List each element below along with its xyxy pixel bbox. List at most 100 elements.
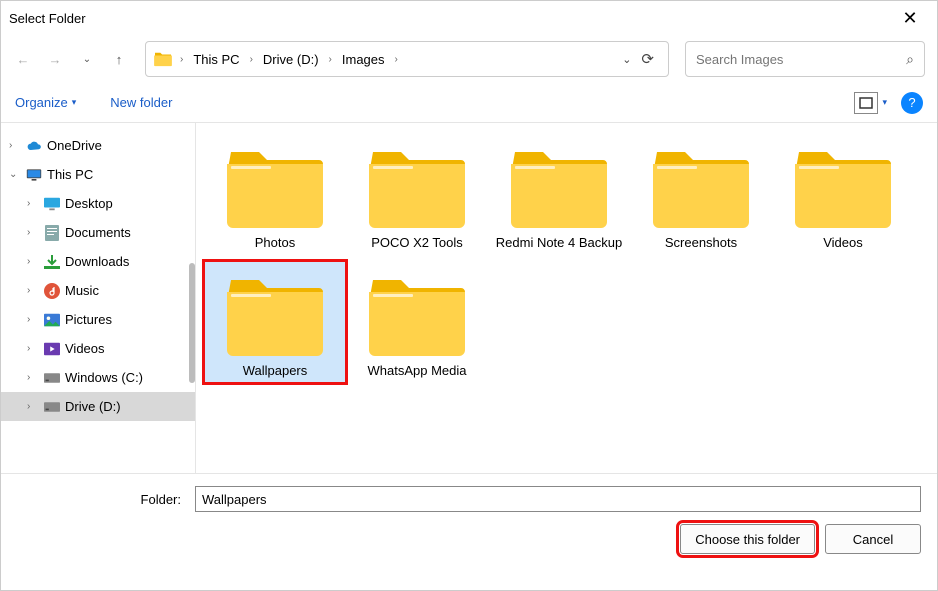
folder-item-poco-x2-tools[interactable]: POCO X2 Tools: [346, 133, 488, 255]
folder-item-redmi-note-4-backup[interactable]: Redmi Note 4 Backup: [488, 133, 630, 255]
expand-chevron-icon: ›: [27, 198, 39, 209]
sidebar-item-videos[interactable]: › Videos: [1, 334, 195, 363]
chevron-right-icon: ›: [327, 54, 334, 65]
sidebar-item-label: Pictures: [65, 312, 112, 327]
folder-icon: [367, 267, 467, 359]
cancel-button[interactable]: Cancel: [825, 524, 921, 554]
folder-label: WhatsApp Media: [368, 363, 467, 379]
expand-chevron-icon: ›: [27, 314, 39, 325]
folder-label: Redmi Note 4 Backup: [496, 235, 622, 251]
chevron-down-icon: ▾: [72, 97, 77, 108]
breadcrumb-item[interactable]: Images: [338, 50, 389, 69]
main-area: › OneDrive ⌄ This PC › Desktop › Documents › Down…: [1, 123, 937, 473]
music-icon: [43, 282, 61, 300]
folder-icon: [509, 139, 609, 231]
sidebar-item-music[interactable]: › Music: [1, 276, 195, 305]
scrollbar-thumb[interactable]: [189, 263, 195, 383]
titlebar: Select Folder ✕: [1, 1, 937, 35]
bottom-bar: Folder: Choose this folder Cancel: [1, 473, 937, 564]
chevron-right-icon: ›: [178, 54, 185, 65]
breadcrumb-item[interactable]: This PC: [189, 50, 243, 69]
expand-chevron-icon: ›: [27, 227, 39, 238]
sidebar-item-drive-d-[interactable]: › Drive (D:): [1, 392, 195, 421]
expand-chevron-icon[interactable]: ⌄: [9, 169, 21, 180]
folder-name-input[interactable]: [195, 486, 921, 512]
recent-locations-button[interactable]: ⌄: [73, 45, 101, 73]
expand-chevron-icon[interactable]: ›: [9, 140, 21, 151]
expand-chevron-icon: ›: [27, 256, 39, 267]
expand-chevron-icon: ›: [27, 285, 39, 296]
drive-c-icon: [43, 369, 61, 387]
folder-label: Screenshots: [665, 235, 737, 251]
view-mode-button[interactable]: [854, 92, 878, 114]
back-button[interactable]: ←: [9, 45, 37, 73]
documents-icon: [43, 224, 61, 242]
pictures-icon: [43, 311, 61, 329]
folder-content: Photos POCO X2 Tools Redmi Note 4 Backup Sc…: [196, 123, 937, 473]
sidebar-item-label: Windows (C:): [65, 370, 143, 385]
sidebar-item-pictures[interactable]: › Pictures: [1, 305, 195, 334]
sidebar-item-label: Videos: [65, 341, 105, 356]
nav-row: ← → ⌄ ↑ › This PC › Drive (D:) › Images …: [1, 35, 937, 83]
folder-icon: [793, 139, 893, 231]
close-button[interactable]: ✕: [895, 8, 925, 29]
folder-icon: [225, 139, 325, 231]
sidebar-item-label: OneDrive: [47, 138, 102, 153]
desktop-icon: [43, 195, 61, 213]
breadcrumb-item[interactable]: Drive (D:): [259, 50, 323, 69]
sidebar-item-onedrive[interactable]: › OneDrive: [1, 131, 195, 160]
up-button[interactable]: ↑: [105, 45, 133, 73]
folder-label: Videos: [823, 235, 863, 251]
sidebar-item-label: Desktop: [65, 196, 113, 211]
sidebar-item-desktop[interactable]: › Desktop: [1, 189, 195, 218]
cloud-icon: [25, 137, 43, 155]
toolbar: Organize ▾ New folder ▾ ?: [1, 83, 937, 123]
folder-icon: [651, 139, 751, 231]
search-box[interactable]: ⌕: [685, 41, 925, 77]
folder-label: Wallpapers: [243, 363, 308, 379]
expand-chevron-icon: ›: [27, 401, 39, 412]
downloads-icon: [43, 253, 61, 271]
sidebar-item-label: Music: [65, 283, 99, 298]
monitor-icon: [25, 166, 43, 184]
sidebar: › OneDrive ⌄ This PC › Desktop › Documents › Down…: [1, 123, 196, 473]
sidebar-item-label: Downloads: [65, 254, 129, 269]
view-dropdown-button[interactable]: ▾: [882, 97, 887, 108]
organize-label: Organize: [15, 95, 68, 110]
videos-icon: [43, 340, 61, 358]
drive-d-icon: [43, 398, 61, 416]
expand-chevron-icon: ›: [27, 372, 39, 383]
folder-item-videos[interactable]: Videos: [772, 133, 914, 255]
sidebar-item-this-pc[interactable]: ⌄ This PC: [1, 160, 195, 189]
folder-label: POCO X2 Tools: [371, 235, 463, 251]
choose-folder-button[interactable]: Choose this folder: [680, 524, 815, 554]
sidebar-item-label: This PC: [47, 167, 93, 182]
window-title: Select Folder: [9, 11, 86, 26]
chevron-right-icon: ›: [393, 54, 400, 65]
dropdown-chevron-icon[interactable]: ⌄: [622, 53, 631, 66]
folder-icon: [225, 267, 325, 359]
sidebar-item-label: Drive (D:): [65, 399, 121, 414]
folder-icon: [152, 48, 174, 70]
search-input[interactable]: [696, 52, 906, 67]
folder-item-wallpapers[interactable]: Wallpapers: [204, 261, 346, 383]
folder-label: Photos: [255, 235, 295, 251]
folder-input-label: Folder:: [17, 492, 187, 507]
help-button[interactable]: ?: [901, 92, 923, 114]
folder-item-whatsapp-media[interactable]: WhatsApp Media: [346, 261, 488, 383]
refresh-button[interactable]: ⟳: [641, 50, 654, 68]
forward-button[interactable]: →: [41, 45, 69, 73]
sidebar-item-downloads[interactable]: › Downloads: [1, 247, 195, 276]
sidebar-item-label: Documents: [65, 225, 131, 240]
sidebar-item-documents[interactable]: › Documents: [1, 218, 195, 247]
folder-item-photos[interactable]: Photos: [204, 133, 346, 255]
folder-icon: [367, 139, 467, 231]
expand-chevron-icon: ›: [27, 343, 39, 354]
search-icon[interactable]: ⌕: [906, 51, 914, 68]
new-folder-button[interactable]: New folder: [110, 95, 172, 110]
breadcrumb[interactable]: › This PC › Drive (D:) › Images › ⌄ ⟳: [145, 41, 669, 77]
organize-menu[interactable]: Organize ▾: [15, 95, 76, 110]
sidebar-item-windows-c-[interactable]: › Windows (C:): [1, 363, 195, 392]
folder-item-screenshots[interactable]: Screenshots: [630, 133, 772, 255]
chevron-right-icon: ›: [248, 54, 255, 65]
